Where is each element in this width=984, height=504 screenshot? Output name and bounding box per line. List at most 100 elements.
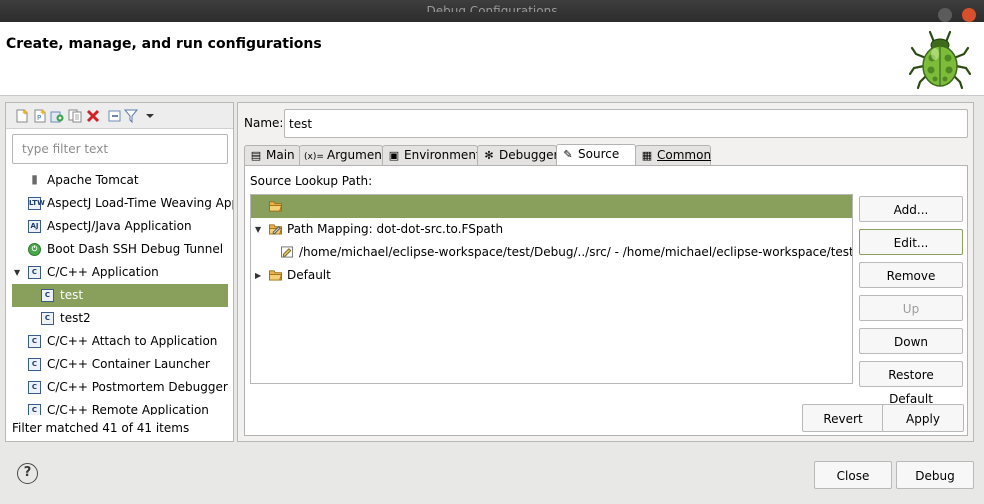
tab-label: Source [578, 147, 620, 161]
minimize-button[interactable] [938, 8, 952, 22]
tree-item-label: C/C++ Postmortem Debugger [47, 380, 228, 394]
down-button[interactable]: Down [859, 328, 963, 354]
source-lookup-row[interactable] [251, 195, 852, 218]
debug-bug-icon [908, 30, 972, 90]
path-mapping-icon [269, 224, 283, 235]
configurations-tree: ▮ Apache Tomcat LTW AspectJ Load-Time Weavi… [6, 169, 233, 415]
common-tab-icon: ▦ [641, 149, 653, 162]
window-titlebar[interactable]: Debug Configurations [0, 0, 984, 22]
tree-item-label: C/C++ Application [47, 265, 159, 279]
collapse-arrow-icon[interactable]: ▶ [255, 264, 261, 287]
debug-button[interactable]: Debug [896, 461, 974, 489]
revert-button[interactable]: Revert [802, 404, 884, 432]
tab-debugger[interactable]: ✻ Debugger [477, 145, 559, 165]
cpp-remote-icon: C [28, 404, 41, 415]
source-lookup-row[interactable]: /home/michael/eclipse-workspace/test/Deb… [251, 241, 852, 264]
tree-item-config-type[interactable]: C C/C++ Attach to Application [6, 330, 233, 353]
main-tab-icon: ▤ [250, 149, 262, 162]
remove-button[interactable]: Remove [859, 262, 963, 288]
ltw-icon: LTW [28, 197, 45, 210]
tab-source[interactable]: ✎ Source [556, 144, 636, 165]
restore-default-button[interactable]: Restore Default [859, 361, 963, 406]
apply-button[interactable]: Apply [882, 404, 964, 432]
tree-item-config[interactable]: Ctest [12, 284, 228, 307]
configurations-toolbar: P [6, 103, 233, 129]
config-tabs: ▤ Main (x)= Arguments ▣ Environment ✻ Debugger ✎… [244, 144, 968, 165]
tomcat-icon: ▮ [28, 173, 41, 187]
export-icon[interactable] [50, 109, 64, 123]
filter-icon[interactable] [124, 109, 138, 123]
tab-arguments[interactable]: (x)= Arguments [299, 145, 393, 165]
dialog-header: Create, manage, and run configurations [0, 22, 984, 96]
boot-dash-icon: ⏻ [28, 243, 41, 256]
filter-status: Filter matched 41 of 41 items [12, 421, 190, 435]
tree-item-label: AspectJ/Java Application [47, 219, 192, 233]
svg-text:P: P [37, 114, 41, 122]
configuration-editor: Name: ▤ Main (x)=Arguments▣ Environment✻ Deb… [237, 102, 974, 442]
source-lookup-row[interactable]: ▶ Default [251, 264, 852, 287]
view-menu-icon[interactable] [143, 109, 157, 123]
tab-label: Common [657, 148, 712, 162]
dialog-title: Create, manage, and run configurations [6, 36, 322, 52]
expand-arrow-icon[interactable]: ▼ [255, 218, 261, 241]
mapping-entry-icon [281, 246, 294, 258]
tab-common[interactable]: ▦ Common [635, 145, 711, 165]
source-lookup-label: Path Mapping: dot-dot-src.to.FSpath [287, 222, 504, 236]
tree-item-config-type[interactable]: C C/C++ Container Launcher [6, 353, 233, 376]
tree-item-label: Apache Tomcat [47, 173, 139, 187]
cpp-config-icon: C [41, 289, 54, 302]
tree-item-label: C/C++ Remote Application [47, 403, 209, 415]
cpp-config-icon: C [41, 312, 54, 325]
window-title: Debug Configurations [426, 4, 558, 18]
collapse-all-icon[interactable] [108, 109, 122, 123]
edit-button[interactable]: Edit... [859, 229, 963, 255]
tab-label: Main [266, 148, 295, 162]
add-button[interactable]: Add... [859, 196, 963, 222]
tree-item-config-type[interactable]: LTW AspectJ Load-Time Weaving Appl [6, 192, 233, 215]
help-button[interactable]: ? [17, 463, 38, 484]
tab-environment[interactable]: ▣ Environment [382, 145, 481, 165]
cpp-postmortem-icon: C [28, 381, 41, 394]
folder-open-icon [269, 201, 283, 212]
environment-tab-icon: ▣ [388, 149, 400, 162]
tree-item-label: AspectJ Load-Time Weaving Appl [47, 196, 233, 210]
configurations-panel: P ▮Apache TomcatLTWAspectJ Load-Time Wea… [5, 102, 234, 442]
tree-item-label: test [60, 288, 84, 302]
cpp-app-icon: C [28, 266, 41, 279]
tree-item-config-type[interactable]: ▮ Apache Tomcat [6, 169, 233, 192]
source-lookup-tree[interactable]: ▼ Path Mapping: dot-dot-src.to.FSpath/hom… [250, 194, 853, 384]
tree-item-label: C/C++ Attach to Application [47, 334, 218, 348]
tree-item-config-type[interactable]: ⏻ Boot Dash SSH Debug Tunnel [6, 238, 233, 261]
delete-icon[interactable] [86, 109, 100, 123]
cpp-container-icon: C [28, 358, 41, 371]
tab-label: Debugger [499, 148, 559, 162]
name-label: Name: [244, 116, 284, 130]
source-lookup-label: Default [287, 268, 331, 282]
new-prototype-icon[interactable]: P [33, 109, 47, 123]
tab-main[interactable]: ▤ Main [244, 145, 300, 165]
tree-item-label: C/C++ Container Launcher [47, 357, 210, 371]
close-button[interactable]: Close [814, 461, 892, 489]
duplicate-icon[interactable] [68, 109, 82, 123]
tab-label: Environment [404, 148, 481, 162]
tree-item-config-type[interactable]: C C/C++ Remote Application [6, 399, 233, 415]
source-lookup-label: /home/michael/eclipse-workspace/test/Deb… [299, 245, 853, 259]
tree-item-config-type[interactable]: ▼ C C/C++ Application [6, 261, 233, 284]
new-config-icon[interactable] [15, 109, 29, 123]
debugger-tab-icon: ✻ [484, 149, 494, 162]
tree-item-config[interactable]: Ctest2 [6, 307, 233, 330]
filter-input[interactable] [12, 134, 228, 164]
source-tab-icon: ✎ [563, 148, 573, 161]
tree-item-config-type[interactable]: AJ AspectJ/Java Application [6, 215, 233, 238]
source-lookup-row[interactable]: ▼ Path Mapping: dot-dot-src.to.FSpath [251, 218, 852, 241]
source-lookup-label: Source Lookup Path: [250, 174, 373, 188]
tree-item-label: Boot Dash SSH Debug Tunnel [47, 242, 224, 256]
close-window-button[interactable] [962, 8, 976, 22]
source-tab-content: Source Lookup Path: ▼ Path Mapping: dot-d… [244, 165, 968, 436]
aj-icon: AJ [28, 220, 41, 233]
tree-item-label: test2 [60, 311, 91, 325]
up-button[interactable]: Up [859, 295, 963, 321]
expand-arrow-icon[interactable]: ▼ [14, 261, 20, 284]
tree-item-config-type[interactable]: C C/C++ Postmortem Debugger [6, 376, 233, 399]
name-field[interactable] [284, 109, 968, 138]
